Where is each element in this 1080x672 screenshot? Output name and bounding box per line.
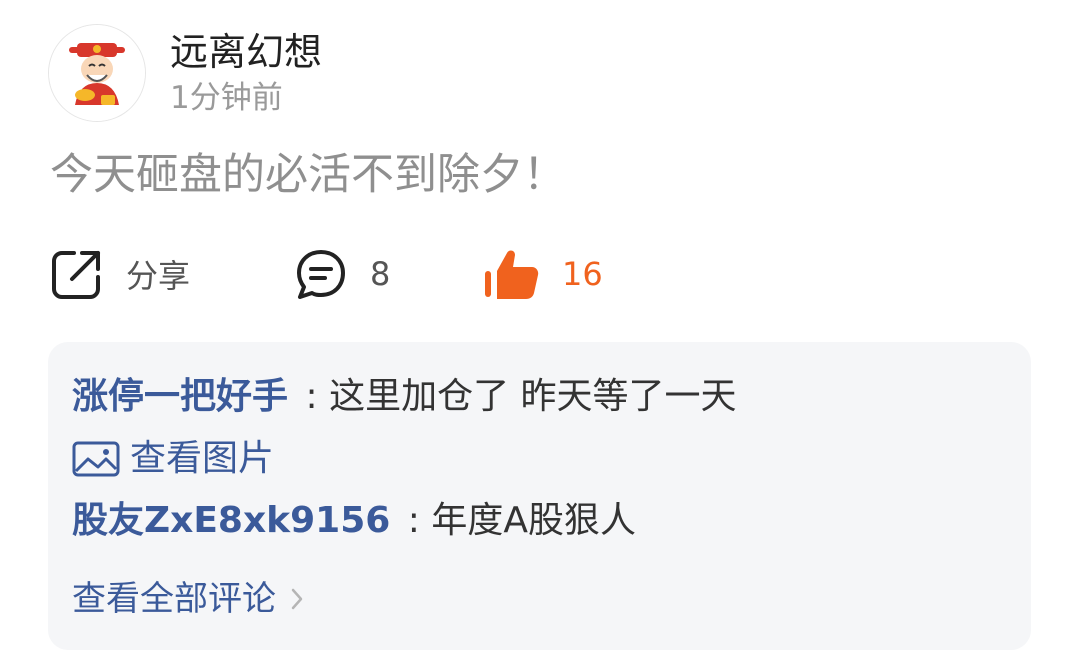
comment-author[interactable]: 涨停一把好手 bbox=[72, 376, 288, 417]
post-content: 今天砸盘的必活不到除夕！ bbox=[50, 150, 566, 200]
share-label: 分享 bbox=[126, 257, 191, 295]
comment-text: 这里加仓了 昨天等了一天 bbox=[329, 376, 737, 417]
action-bar: 分享 8 16 bbox=[50, 246, 750, 302]
avatar[interactable] bbox=[48, 24, 146, 122]
author-name[interactable]: 远离幻想 bbox=[170, 26, 322, 78]
avatar-god-of-wealth-image bbox=[49, 25, 145, 121]
post-timestamp: 1分钟前 bbox=[170, 80, 283, 116]
comments-preview: 涨停一把好手 : 这里加仓了 昨天等了一天 查看图片 股友ZxE8xk9156 … bbox=[48, 342, 1031, 650]
comment-text: 年度A股狠人 bbox=[431, 500, 637, 541]
image-icon bbox=[72, 441, 120, 477]
comment-count: 8 bbox=[370, 255, 391, 293]
view-image-link[interactable]: 查看图片 bbox=[72, 434, 274, 484]
comment-author[interactable]: 股友ZxE8xk9156 bbox=[72, 500, 390, 541]
comment-item[interactable]: 涨停一把好手 : 这里加仓了 昨天等了一天 bbox=[72, 372, 737, 422]
view-image-label: 查看图片 bbox=[130, 438, 275, 479]
view-all-comments-label: 查看全部评论 bbox=[72, 579, 276, 619]
chevron-right-icon bbox=[291, 588, 303, 610]
like-count: 16 bbox=[562, 255, 603, 293]
comment-separator: : bbox=[407, 500, 420, 541]
share-button[interactable]: 分享 bbox=[50, 246, 190, 302]
comment-button[interactable]: 8 bbox=[294, 246, 390, 302]
comment-item[interactable]: 股友ZxE8xk9156 : 年度A股狠人 bbox=[72, 496, 636, 546]
comment-bubble-icon bbox=[297, 250, 345, 299]
post-header: 远离幻想 1分钟前 bbox=[48, 24, 322, 122]
thumbs-up-icon bbox=[485, 250, 539, 299]
view-all-comments-link[interactable]: 查看全部评论 bbox=[72, 574, 304, 624]
comment-separator: : bbox=[305, 376, 318, 417]
like-button[interactable]: 16 bbox=[482, 246, 603, 302]
post-card: 远离幻想 1分钟前 今天砸盘的必活不到除夕！ 分享 8 16 涨停一把好手: … bbox=[0, 0, 1080, 672]
user-info: 远离幻想 1分钟前 bbox=[170, 24, 322, 118]
share-icon bbox=[52, 251, 100, 299]
